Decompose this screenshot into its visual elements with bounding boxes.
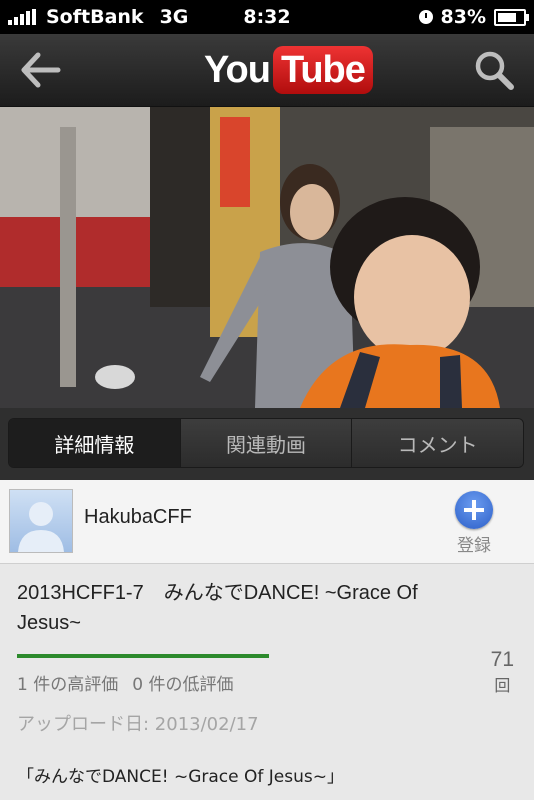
back-arrow-icon [21,52,61,88]
back-button[interactable] [18,50,62,90]
video-description: 「みんなでDANCE! ~Grace Of Jesus~」 [17,767,344,787]
logo-tube-text: Tube [272,46,373,94]
segmented-tabs: 詳細情報 関連動画 コメント [8,418,524,468]
view-count-number: 71 [490,648,514,671]
subscribe-label: 登録 [457,536,491,556]
dislike-count: 0 件の低評価 [132,675,234,695]
view-count-unit: 回 [494,676,511,695]
plus-icon [455,491,493,529]
rating-bar [17,654,269,658]
search-icon [475,51,514,90]
tab-related-videos[interactable]: 関連動画 [180,419,353,467]
default-user-icon [18,502,64,552]
video-details: 2013HCFF1-7 みんなでDANCE! ~Grace Of Jesus~ … [0,564,534,800]
video-player[interactable] [0,107,534,408]
logo-you-text: You [204,48,271,91]
status-bar: SoftBank 3G 8:32 83% [0,0,534,34]
avatar[interactable] [9,489,73,553]
alarm-clock-icon [418,10,433,24]
video-title: 2013HCFF1-7 みんなでDANCE! ~Grace Of Jesus~ [17,582,418,634]
tabs-bar: 詳細情報 関連動画 コメント [0,408,534,480]
subscribe-button[interactable]: 登録 [446,491,502,556]
battery-percent: 83% [440,6,486,28]
view-count: 71 回 [491,648,514,696]
channel-name[interactable]: HakubaCFF [84,506,192,529]
search-button[interactable] [472,48,516,92]
youtube-logo[interactable]: You Tube [204,46,373,94]
video-frame-image [0,107,534,408]
rating-summary: 1 件の高評価 0 件の低評価 [17,670,247,695]
battery-icon [494,8,529,26]
tab-details[interactable]: 詳細情報 [9,419,181,467]
like-count: 1 件の高評価 [17,675,119,695]
upload-date: アップロード日: 2013/02/17 [17,714,259,735]
navigation-bar: You Tube [0,34,534,107]
tab-comments[interactable]: コメント [352,419,523,467]
channel-row[interactable]: HakubaCFF 登録 [0,480,534,564]
